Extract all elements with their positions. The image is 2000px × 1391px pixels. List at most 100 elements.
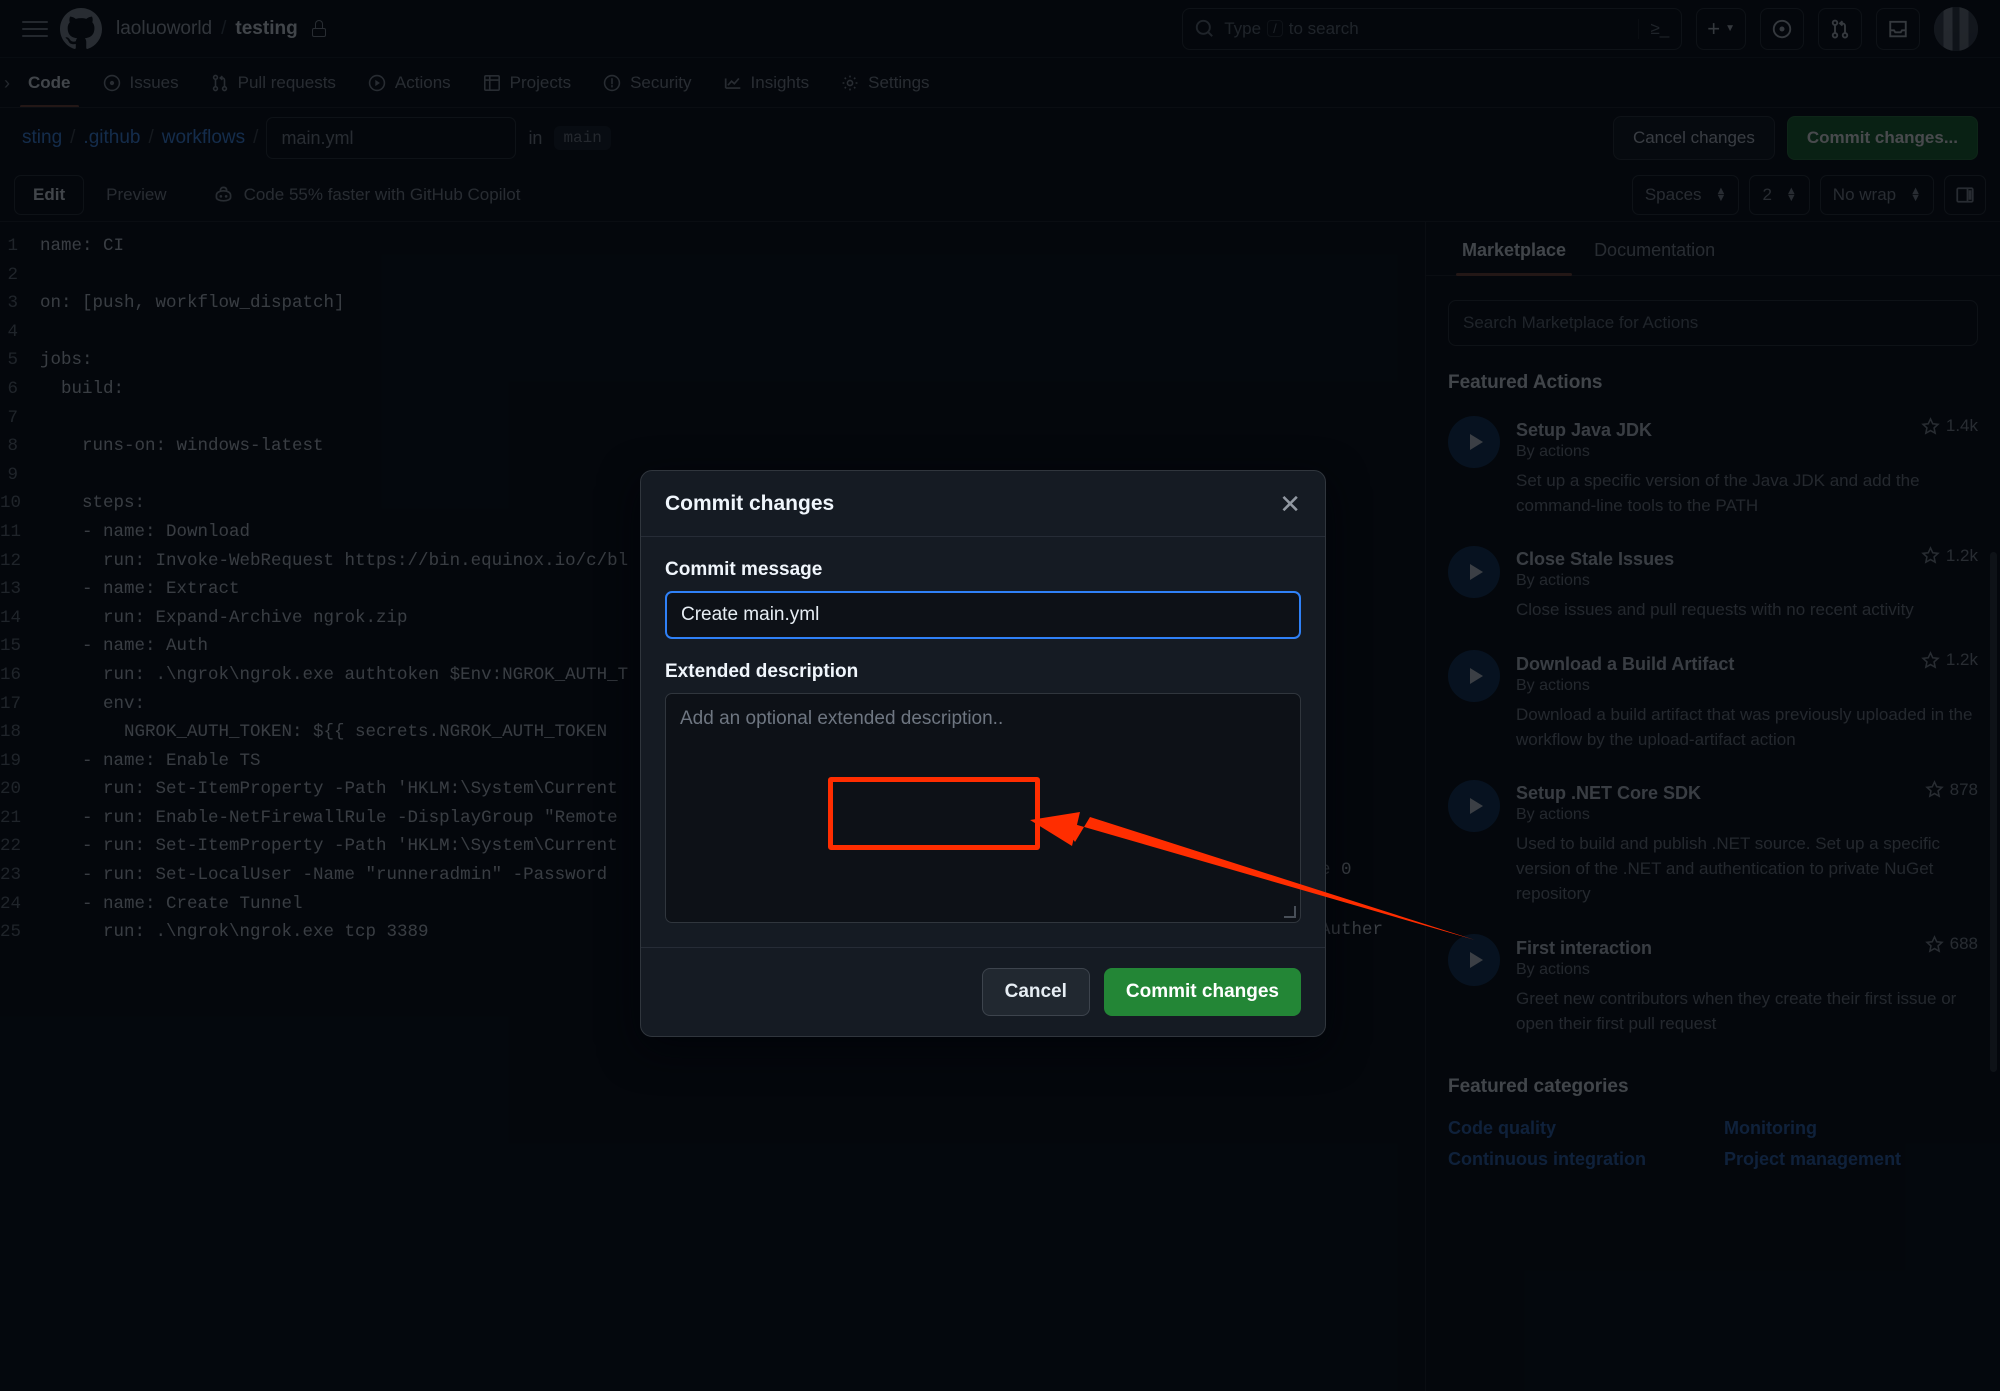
- code-line[interactable]: 3 on: [push, workflow_dispatch]: [0, 289, 1425, 318]
- close-icon[interactable]: ✕: [1279, 491, 1301, 517]
- action-title-row: First interaction 688: [1516, 934, 1978, 959]
- tab-edit[interactable]: Edit: [14, 174, 85, 215]
- line-number: 17: [0, 693, 22, 714]
- marketplace-search-input[interactable]: Search Marketplace for Actions: [1448, 300, 1978, 346]
- wrap-mode-value: No wrap: [1832, 184, 1897, 204]
- breadcrumb-owner[interactable]: laoluoworld: [116, 18, 212, 40]
- hamburger-icon[interactable]: [22, 20, 48, 37]
- commit-changes-button[interactable]: Commit changes: [1103, 968, 1301, 1016]
- line-text: env:: [40, 693, 146, 714]
- repo-nav-item-actions[interactable]: Actions: [352, 58, 467, 108]
- copilot-promo[interactable]: Code 55% faster with GitHub Copilot: [213, 184, 520, 205]
- marketplace-action-item[interactable]: Download a Build Artifact 1.2k By action…: [1426, 636, 2000, 766]
- category-link[interactable]: Continuous integration: [1448, 1149, 1702, 1170]
- sidebar-scrollbar[interactable]: [1990, 552, 1997, 1072]
- sidebar-panel-icon: [1956, 186, 1974, 203]
- action-star-count: 688: [1949, 934, 1978, 953]
- code-line[interactable]: 4: [0, 318, 1425, 347]
- cancel-changes-button[interactable]: Cancel changes: [1612, 116, 1775, 160]
- action-stars: 688: [1924, 934, 1978, 954]
- action-stars: 1.4k: [1921, 416, 1978, 436]
- category-link[interactable]: Project management: [1724, 1149, 1978, 1170]
- featured-actions-list: Setup Java JDK 1.4k By actions Set up a …: [1426, 402, 2000, 1050]
- issues-button[interactable]: [1760, 7, 1804, 50]
- marketplace-action-item[interactable]: Close Stale Issues 1.2k By actions Close…: [1426, 532, 2000, 637]
- path-crumb-workflows[interactable]: workflows: [162, 127, 245, 149]
- action-author: By actions: [1516, 572, 1590, 589]
- line-text: jobs:: [40, 350, 93, 371]
- cancel-button[interactable]: Cancel: [981, 968, 1090, 1016]
- line-number: 5: [7, 350, 18, 371]
- indent-mode-select[interactable]: Spaces ▲ ▼: [1631, 174, 1740, 215]
- repo-nav-item-code[interactable]: Code: [12, 58, 87, 108]
- action-star-count: 1.4k: [1945, 416, 1978, 435]
- path-crumb-repo[interactable]: sting: [22, 127, 62, 149]
- filename-input[interactable]: main.yml: [266, 117, 517, 159]
- github-logo-icon[interactable]: [60, 7, 102, 50]
- code-line[interactable]: 2: [0, 261, 1425, 290]
- marketplace-sidebar: Marketplace Documentation Search Marketp…: [1425, 222, 2000, 1391]
- repo-nav-item-label: Projects: [509, 73, 572, 92]
- dialog-title: Commit changes: [665, 491, 835, 515]
- avatar[interactable]: [1934, 6, 1978, 51]
- code-line[interactable]: 8 runs-on: windows-latest: [0, 432, 1425, 461]
- line-text: on: [push, workflow_dispatch]: [40, 293, 345, 314]
- code-line[interactable]: 5 jobs:: [0, 346, 1425, 375]
- line-text: - name: Create Tunnel: [40, 893, 303, 914]
- category-link[interactable]: Monitoring: [1724, 1118, 1978, 1139]
- play-circle-icon: [368, 74, 386, 92]
- action-description: Close issues and pull requests with no r…: [1516, 600, 1914, 619]
- action-title-row: Close Stale Issues 1.2k: [1516, 546, 1978, 571]
- code-line[interactable]: 6 build:: [0, 375, 1425, 404]
- action-description: Used to build and publish .NET source. S…: [1516, 834, 1940, 903]
- repo-nav-item-settings[interactable]: Settings: [825, 58, 945, 108]
- indent-size-value: 2: [1762, 184, 1772, 204]
- code-line[interactable]: 7: [0, 404, 1425, 433]
- line-text: run: .\ngrok\ngrok.exe tcp 3389: [40, 922, 429, 943]
- action-description: Set up a specific version of the Java JD…: [1516, 470, 1920, 515]
- commit-changes-top-button[interactable]: Commit changes...: [1786, 116, 1978, 160]
- repo-nav-item-security[interactable]: Security: [587, 58, 707, 108]
- repo-nav-item-pull-requests[interactable]: Pull requests: [195, 58, 352, 108]
- action-star-count: 1.2k: [1945, 650, 1978, 669]
- issue-opened-icon: [1772, 19, 1792, 38]
- line-number: 2: [7, 264, 18, 285]
- commit-message-input[interactable]: Create main.yml: [665, 591, 1301, 639]
- command-palette-icon[interactable]: ≥_: [1638, 18, 1669, 39]
- marketplace-action-item[interactable]: Setup Java JDK 1.4k By actions Set up a …: [1426, 402, 2000, 532]
- path-crumb-github[interactable]: .github: [83, 127, 140, 149]
- line-number: 11: [0, 521, 22, 542]
- notifications-button[interactable]: [1876, 7, 1920, 50]
- line-number: 6: [7, 378, 18, 399]
- tab-marketplace[interactable]: Marketplace: [1448, 222, 1580, 276]
- line-number: 10: [0, 493, 22, 514]
- repo-nav: › Code Issues Pull requests Actions Proj…: [0, 58, 2000, 108]
- chevron-updown-icon: ▲ ▼: [1785, 184, 1797, 204]
- repo-nav-item-projects[interactable]: Projects: [467, 58, 587, 108]
- repo-nav-item-insights[interactable]: Insights: [708, 58, 826, 108]
- line-text: NGROK_AUTH_TOKEN: ${{ secrets.NGROK_AUTH…: [40, 722, 618, 743]
- action-title-row: Download a Build Artifact 1.2k: [1516, 650, 1978, 675]
- toggle-sidebar-button[interactable]: [1944, 174, 1986, 215]
- marketplace-action-item[interactable]: First interaction 688 By actions Greet n…: [1426, 920, 2000, 1050]
- line-number: 24: [0, 893, 22, 914]
- pull-requests-button[interactable]: [1818, 7, 1862, 50]
- action-title: Download a Build Artifact: [1516, 653, 1735, 674]
- tab-preview[interactable]: Preview: [88, 175, 184, 215]
- indent-size-select[interactable]: 2 ▲ ▼: [1749, 174, 1810, 215]
- private-repo-lock-icon: [311, 20, 326, 37]
- star-icon: [1924, 934, 1944, 953]
- breadcrumb-repo[interactable]: testing: [235, 18, 297, 40]
- line-number: 12: [0, 550, 22, 571]
- search-input[interactable]: Type / to search ≥_: [1182, 7, 1683, 50]
- category-link[interactable]: Code quality: [1448, 1118, 1702, 1139]
- slash-key-hint: /: [1267, 20, 1283, 37]
- repo-nav-item-issues[interactable]: Issues: [87, 58, 195, 108]
- marketplace-action-item[interactable]: Setup .NET Core SDK 878 By actions Used …: [1426, 766, 2000, 921]
- code-line[interactable]: 1 name: CI: [0, 232, 1425, 261]
- tab-documentation[interactable]: Documentation: [1580, 222, 1729, 275]
- wrap-mode-select[interactable]: No wrap ▲ ▼: [1819, 174, 1934, 215]
- editor-settings: Spaces ▲ ▼ 2 ▲ ▼ No wrap ▲ ▼: [1631, 174, 1986, 215]
- line-number: 1: [7, 236, 18, 256]
- create-new-button[interactable]: + ▼: [1696, 7, 1746, 50]
